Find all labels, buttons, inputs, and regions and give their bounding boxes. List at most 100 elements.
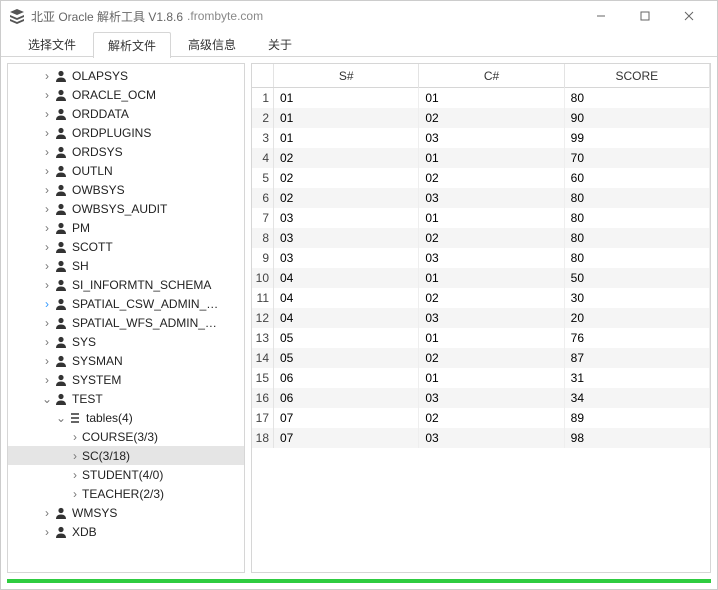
table-row[interactable]: 5020260 [252, 168, 710, 188]
tree-node[interactable]: ›OWBSYS_AUDIT [8, 199, 244, 218]
table-row[interactable]: 11040230 [252, 288, 710, 308]
tree-label: ORDPLUGINS [72, 126, 151, 140]
tree-node[interactable]: ›SYS [8, 332, 244, 351]
table-body[interactable]: 1010180201029030103994020170502026060203… [252, 88, 710, 572]
table-cell: 02 [419, 168, 564, 188]
chevron-down-icon[interactable]: ⌄ [40, 392, 54, 406]
table-cell: 01 [419, 148, 564, 168]
table-row[interactable]: 3010399 [252, 128, 710, 148]
table-cell: 03 [419, 188, 564, 208]
chevron-right-icon[interactable]: › [40, 221, 54, 235]
table-row[interactable]: 6020380 [252, 188, 710, 208]
table-cell: 99 [565, 128, 710, 148]
chevron-right-icon[interactable]: › [68, 430, 82, 444]
table-cell: 02 [419, 408, 564, 428]
tab-1[interactable]: 解析文件 [93, 32, 171, 58]
table-row[interactable]: 15060131 [252, 368, 710, 388]
tree-node[interactable]: ›OWBSYS [8, 180, 244, 199]
tree-node[interactable]: ⌄TEST [8, 389, 244, 408]
tree-node[interactable]: ›SPATIAL_CSW_ADMIN_… [8, 294, 244, 313]
tree-node[interactable]: › ORDPLUGINS [8, 123, 244, 142]
tree-node[interactable]: ›SCOTT [8, 237, 244, 256]
chevron-right-icon[interactable]: › [40, 297, 54, 311]
minimize-button[interactable] [579, 2, 623, 30]
maximize-button[interactable] [623, 2, 667, 30]
row-number: 10 [252, 268, 274, 288]
tree-panel[interactable]: ›OLAPSYS›ORACLE_OCM›ORDDATA›ORDPLUGINS›O… [7, 63, 245, 573]
chevron-right-icon[interactable]: › [40, 506, 54, 520]
tree-node[interactable]: ›COURSE(3/3) [8, 427, 244, 446]
table-row[interactable]: 2010290 [252, 108, 710, 128]
table-row[interactable]: 18070398 [252, 428, 710, 448]
tree-node[interactable]: › SI_INFORMTN_SCHEMA [8, 275, 244, 294]
table-row[interactable]: 9030380 [252, 248, 710, 268]
table-row[interactable]: 1010180 [252, 88, 710, 108]
table-cell: 07 [274, 408, 419, 428]
chevron-right-icon[interactable]: › [40, 354, 54, 368]
column-header[interactable]: C# [419, 64, 564, 88]
row-number: 17 [252, 408, 274, 428]
row-number: 11 [252, 288, 274, 308]
column-header[interactable]: S# [274, 64, 419, 88]
chevron-right-icon[interactable]: › [40, 278, 54, 292]
tree-node[interactable]: ›SPATIAL_WFS_ADMIN_… [8, 313, 244, 332]
tree-node[interactable]: ›PM [8, 218, 244, 237]
chevron-right-icon[interactable]: › [40, 88, 54, 102]
tree-node[interactable]: ›SYSTEM [8, 370, 244, 389]
tree-node[interactable]: › ORACLE_OCM [8, 85, 244, 104]
user-icon [54, 202, 68, 216]
chevron-right-icon[interactable]: › [68, 449, 82, 463]
table-row[interactable]: 14050287 [252, 348, 710, 368]
table-cell: 03 [419, 128, 564, 148]
tree-node[interactable]: ›SYSMAN [8, 351, 244, 370]
chevron-right-icon[interactable]: › [40, 145, 54, 159]
chevron-right-icon[interactable]: › [40, 183, 54, 197]
tree-node[interactable]: ›XDB [8, 522, 244, 541]
table-row[interactable]: 4020170 [252, 148, 710, 168]
tree-node[interactable]: ⌄ tables(4) [8, 408, 244, 427]
tree-node[interactable]: ›SH [8, 256, 244, 275]
chevron-right-icon[interactable]: › [40, 525, 54, 539]
chevron-right-icon[interactable]: › [40, 373, 54, 387]
column-header[interactable]: SCORE [565, 64, 710, 88]
chevron-right-icon[interactable]: › [40, 335, 54, 349]
tab-2[interactable]: 高级信息 [173, 31, 251, 57]
table-row[interactable]: 17070289 [252, 408, 710, 428]
chevron-right-icon[interactable]: › [40, 202, 54, 216]
table-row[interactable]: 8030280 [252, 228, 710, 248]
tree-node[interactable]: ›SC(3/18) [8, 446, 244, 465]
chevron-right-icon[interactable]: › [40, 259, 54, 273]
table-row[interactable]: 13050176 [252, 328, 710, 348]
tab-0[interactable]: 选择文件 [13, 31, 91, 57]
tree-node[interactable]: ›OUTLN [8, 161, 244, 180]
tree-label: tables(4) [86, 411, 133, 425]
user-icon [54, 525, 68, 539]
tree-node[interactable]: ›OLAPSYS [8, 66, 244, 85]
tree-node[interactable]: ›TEACHER(2/3) [8, 484, 244, 503]
tree-node[interactable]: ›ORDSYS [8, 142, 244, 161]
table-cell: 07 [274, 428, 419, 448]
app-window: 北亚 Oracle 解析工具 V1.8.6 .frombyte.com 选择文件… [0, 0, 718, 590]
chevron-right-icon[interactable]: › [40, 316, 54, 330]
chevron-right-icon[interactable]: › [40, 240, 54, 254]
chevron-right-icon[interactable]: › [40, 69, 54, 83]
tree-node[interactable]: ›ORDDATA [8, 104, 244, 123]
tree-label: SI_INFORMTN_SCHEMA [72, 278, 211, 292]
table-row[interactable]: 7030180 [252, 208, 710, 228]
tab-3[interactable]: 关于 [253, 31, 307, 57]
table-row[interactable]: 10040150 [252, 268, 710, 288]
chevron-right-icon[interactable]: › [40, 126, 54, 140]
tree-node[interactable]: ›STUDENT(4/0) [8, 465, 244, 484]
tree-label: ORACLE_OCM [72, 88, 156, 102]
row-number: 5 [252, 168, 274, 188]
chevron-down-icon[interactable]: ⌄ [54, 411, 68, 425]
chevron-right-icon[interactable]: › [40, 164, 54, 178]
tree-node[interactable]: ›WMSYS [8, 503, 244, 522]
chevron-right-icon[interactable]: › [68, 468, 82, 482]
chevron-right-icon[interactable]: › [68, 487, 82, 501]
table-row[interactable]: 16060334 [252, 388, 710, 408]
table-row[interactable]: 12040320 [252, 308, 710, 328]
close-button[interactable] [667, 2, 711, 30]
chevron-right-icon[interactable]: › [40, 107, 54, 121]
user-icon [54, 107, 68, 121]
